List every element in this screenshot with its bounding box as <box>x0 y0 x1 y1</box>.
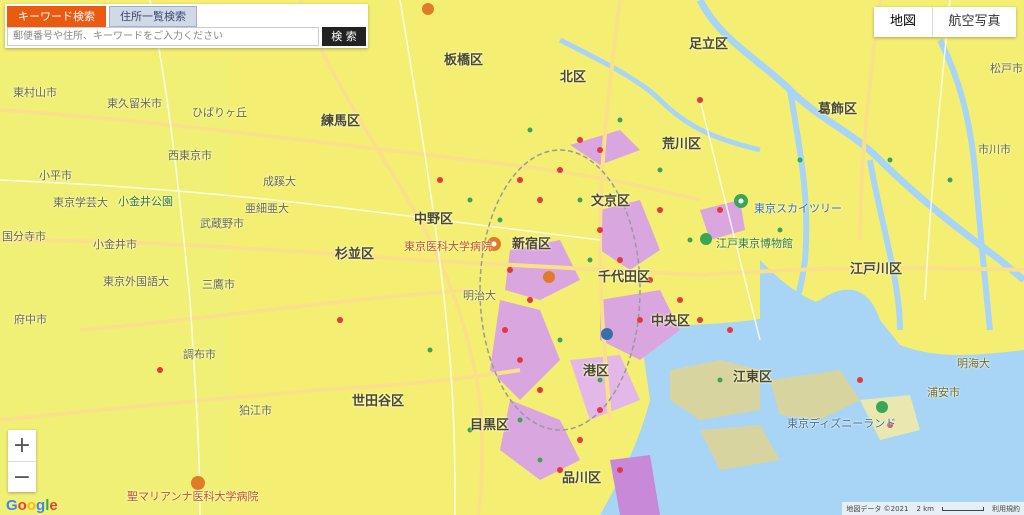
map-label: 東京学芸大 <box>53 196 108 209</box>
map-label: 文京区 <box>591 194 631 209</box>
map-label: 東久留米市 <box>107 97 162 110</box>
map-label: 松戸市 <box>990 62 1023 75</box>
zoom-out-button[interactable]: − <box>8 462 36 493</box>
map-label: 練馬区 <box>321 114 361 129</box>
map-label: 小金井公園 <box>118 195 173 208</box>
map-label: 小平市 <box>39 169 72 182</box>
map-label: 東京スカイツリー <box>754 202 842 215</box>
tab-keyword-search[interactable]: キーワード検索 <box>7 6 106 27</box>
map-label: 北区 <box>560 70 587 85</box>
map-label: 成蹊大 <box>263 175 296 188</box>
map-label: 聖マリアンナ医科大学病院 <box>127 490 259 503</box>
map-label: 中央区 <box>651 314 691 329</box>
map-type-map-button[interactable]: 地図 <box>874 7 933 37</box>
map-label: 調布市 <box>183 348 216 361</box>
map-label: 江東区 <box>733 370 773 385</box>
map-label: 西東京市 <box>168 149 212 162</box>
search-button[interactable]: 検 索 <box>322 27 366 46</box>
map-label: 明治大 <box>463 289 496 302</box>
map-type-control: 地図 航空写真 <box>874 7 1016 37</box>
map-label: 品川区 <box>562 471 602 486</box>
map-label: 三鷹市 <box>202 278 235 291</box>
map-label: 浦安市 <box>927 386 960 399</box>
map-label: 杉並区 <box>335 247 375 262</box>
map-label: 東京ディズニーランド <box>787 417 897 430</box>
google-logo: Google <box>6 497 58 514</box>
map-data-credit: 地図データ ©2021 <box>846 504 909 513</box>
scale-label: 2 km <box>916 504 934 513</box>
map-label: ひばりヶ丘 <box>192 106 247 119</box>
search-input[interactable] <box>7 27 319 46</box>
map-label: 新宿区 <box>512 237 552 252</box>
map-label: 中野区 <box>414 212 454 227</box>
map-label: 世田谷区 <box>352 394 405 409</box>
map-label: 国分寺市 <box>2 230 46 243</box>
map-label: 目黒区 <box>470 418 510 433</box>
map-label: 江戸東京博物館 <box>716 237 793 250</box>
scale-bar <box>942 506 984 511</box>
map-label: 武蔵野市 <box>200 217 244 230</box>
map-label: 亜細亜大 <box>245 202 289 215</box>
map-label: 東京医科大学病院 <box>404 240 492 253</box>
terms-link[interactable]: 利用規約 <box>992 504 1020 514</box>
map-label: 葛飾区 <box>818 102 858 117</box>
map-attribution: 地図データ ©2021 2 km 利用規約 <box>842 502 1024 515</box>
map-label: 港区 <box>583 364 610 379</box>
map-label: 東村山市 <box>13 86 57 99</box>
map-label: 狛江市 <box>239 404 272 417</box>
zoom-in-button[interactable]: + <box>8 430 36 462</box>
map-label: 小金井市 <box>93 238 137 251</box>
map-label: 足立区 <box>689 37 729 52</box>
search-panel: キーワード検索 住所一覧検索 検 索 <box>5 4 368 48</box>
map-label: 千代田区 <box>598 270 651 285</box>
map-label: 市川市 <box>978 143 1011 156</box>
zoom-control: + − <box>8 430 36 492</box>
tab-address-list-search[interactable]: 住所一覧検索 <box>109 6 197 27</box>
search-tabs: キーワード検索 住所一覧検索 <box>7 6 197 27</box>
map-label: 東京外国語大 <box>103 275 169 288</box>
map-label: 荒川区 <box>662 137 702 152</box>
search-row: 検 索 <box>7 27 366 46</box>
map-label: 板橋区 <box>444 53 484 68</box>
map-type-satellite-button[interactable]: 航空写真 <box>933 7 1016 37</box>
map-label: 江戸川区 <box>850 262 903 277</box>
map-label: 明海大 <box>957 357 990 370</box>
map-label: 府中市 <box>14 313 47 326</box>
